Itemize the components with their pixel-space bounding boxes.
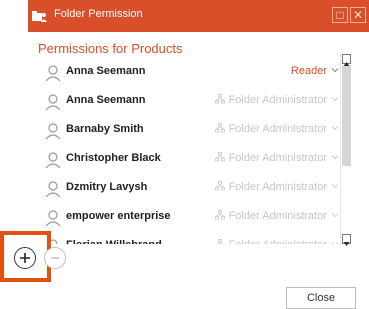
permission-row[interactable]: Christopher Black Folder Administrator bbox=[34, 145, 339, 175]
chevron-down-icon bbox=[331, 184, 339, 189]
maximize-button[interactable]: □ bbox=[332, 7, 348, 23]
org-chart-icon bbox=[214, 181, 225, 191]
chevron-down-icon bbox=[331, 242, 339, 244]
permission-row[interactable]: Dzmitry Lavysh Folder Administrator bbox=[34, 174, 339, 204]
user-icon bbox=[45, 181, 61, 198]
user-name: Anna Seemann bbox=[66, 94, 146, 106]
close-button[interactable]: Close bbox=[286, 287, 356, 309]
user-icon bbox=[45, 65, 61, 82]
permission-row[interactable]: Anna Seemann Reader bbox=[34, 58, 339, 88]
role-dropdown: Folder Administrator bbox=[214, 94, 327, 106]
org-chart-icon bbox=[214, 94, 225, 104]
chevron-down-icon bbox=[331, 155, 339, 160]
close-icon: ✕ bbox=[352, 8, 364, 22]
minus-icon bbox=[51, 257, 59, 259]
user-name: empower enterprise bbox=[66, 210, 171, 222]
chevron-down-icon bbox=[331, 97, 339, 102]
role-dropdown: Folder Administrator bbox=[214, 123, 327, 135]
role-label: Folder Administrator bbox=[228, 210, 327, 222]
title-bar: Folder Permission □ ✕ bbox=[28, 0, 369, 32]
user-name: Christopher Black bbox=[66, 152, 161, 164]
role-label: Folder Administrator bbox=[228, 152, 327, 164]
plus-icon bbox=[20, 253, 30, 263]
role-label: Folder Administrator bbox=[228, 123, 327, 135]
folder-users-icon bbox=[32, 11, 47, 22]
permission-row[interactable]: Florian Willebrand Folder Administrator bbox=[34, 232, 339, 244]
chevron-down-icon bbox=[331, 213, 339, 218]
remove-permission-button[interactable] bbox=[44, 247, 66, 269]
user-icon bbox=[45, 152, 61, 169]
permission-row[interactable]: Anna Seemann Folder Administrator bbox=[34, 87, 339, 117]
org-chart-icon bbox=[214, 123, 225, 133]
role-dropdown[interactable]: Reader bbox=[291, 65, 327, 77]
scrollbar[interactable] bbox=[340, 54, 351, 246]
user-name: Anna Seemann bbox=[66, 65, 146, 77]
window-title: Folder Permission bbox=[54, 8, 143, 20]
close-window-button[interactable]: ✕ bbox=[350, 7, 366, 23]
scroll-down-button[interactable] bbox=[342, 234, 351, 246]
org-chart-icon bbox=[214, 152, 225, 162]
chevron-down-icon bbox=[331, 126, 339, 131]
org-chart-icon bbox=[216, 239, 223, 244]
role-label: Reader bbox=[290, 65, 327, 77]
user-name: Barnaby Smith bbox=[66, 123, 144, 135]
user-icon bbox=[45, 210, 61, 227]
permissions-list: Anna Seemann Reader Anna Seemann Folder Adm… bbox=[34, 58, 352, 244]
role-label: Folder Administrator bbox=[229, 239, 327, 244]
role-dropdown: Folder Administrator bbox=[214, 210, 327, 222]
maximize-icon: □ bbox=[336, 8, 344, 22]
role-label: Folder Administrator bbox=[228, 181, 327, 193]
role-dropdown: Folder Administrator bbox=[214, 152, 327, 164]
role-dropdown: Folder Administrator bbox=[215, 239, 327, 244]
section-title: Permissions for Products bbox=[38, 41, 183, 56]
user-icon bbox=[45, 94, 61, 111]
user-name: Florian Willebrand bbox=[66, 239, 162, 244]
chevron-down-icon bbox=[331, 68, 339, 73]
arrow-down-icon bbox=[343, 242, 350, 246]
scroll-thumb[interactable] bbox=[342, 66, 351, 166]
role-label: Folder Administrator bbox=[228, 94, 327, 106]
user-name: Dzmitry Lavysh bbox=[66, 181, 148, 193]
role-dropdown: Folder Administrator bbox=[214, 181, 327, 193]
permission-row[interactable]: empower enterprise Folder Administrator bbox=[34, 203, 339, 233]
org-chart-icon bbox=[214, 210, 225, 220]
permission-row[interactable]: Barnaby Smith Folder Administrator bbox=[34, 116, 339, 146]
scroll-up-button[interactable] bbox=[342, 54, 351, 66]
folder-permission-dialog: Folder Permission □ ✕ Permissions for Pr… bbox=[28, 0, 369, 302]
user-icon bbox=[45, 123, 61, 140]
add-permission-button[interactable] bbox=[14, 247, 36, 269]
